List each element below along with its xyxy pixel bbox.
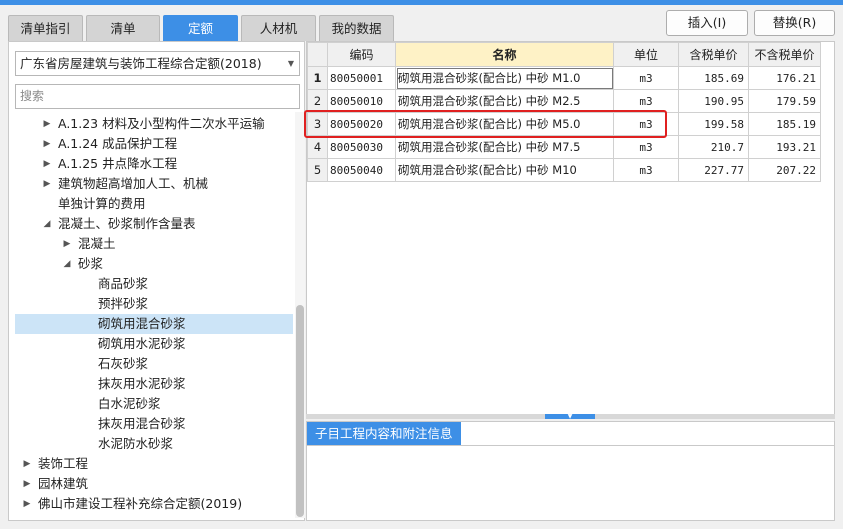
notax-price-cell[interactable]: 207.22 bbox=[748, 158, 821, 182]
detail-content bbox=[307, 445, 834, 520]
collapse-arrow-icon[interactable]: ◢ bbox=[42, 214, 52, 234]
insert-button[interactable]: 插入(I) bbox=[666, 10, 748, 36]
library-select[interactable]: 广东省房屋建筑与装饰工程综合定额(2018) ▼ bbox=[15, 51, 300, 76]
quota-table-panel: 编码 名称 单位 含税单价 不含税单价 1 80050001 砌筑用混合砂浆(配… bbox=[306, 41, 835, 415]
detail-panel: 子目工程内容和附注信息 bbox=[306, 421, 835, 521]
row-number-header bbox=[307, 42, 328, 67]
tree-node[interactable]: ◢ 砂浆 bbox=[15, 254, 293, 274]
quota-tree: ▶ A.1.23 材料及小型构件二次水平运输 ▶ A.1.24 成品保护工程 ▶… bbox=[9, 112, 294, 516]
tree-node[interactable]: ▶ 园林建筑 bbox=[15, 474, 293, 494]
notax-price-cell[interactable]: 179.59 bbox=[748, 89, 821, 113]
quota-library-panel: 广东省房屋建筑与装饰工程综合定额(2018) ▼ 搜索 ▶ A.1.23 材料及… bbox=[8, 41, 305, 521]
scrollbar-thumb[interactable] bbox=[296, 305, 304, 517]
notax-price-column-header[interactable]: 不含税单价 bbox=[748, 42, 821, 67]
code-cell[interactable]: 80050040 bbox=[327, 158, 396, 182]
expand-arrow-icon[interactable]: ▶ bbox=[42, 174, 52, 194]
table-header-row: 编码 名称 单位 含税单价 不含税单价 bbox=[307, 42, 821, 67]
tree-node[interactable]: ▶ 装饰工程 bbox=[15, 454, 293, 474]
tax-price-cell[interactable]: 185.69 bbox=[678, 66, 749, 90]
tax-price-column-header[interactable]: 含税单价 bbox=[678, 42, 749, 67]
quota-table: 编码 名称 单位 含税单价 不含税单价 1 80050001 砌筑用混合砂浆(配… bbox=[307, 42, 821, 182]
tree-node[interactable]: ▶ A.1.24 成品保护工程 bbox=[15, 134, 293, 154]
tax-price-cell[interactable]: 210.7 bbox=[678, 135, 749, 159]
expand-arrow-icon[interactable]: ▶ bbox=[22, 474, 32, 494]
tree-node[interactable]: ▶ 佛山市建设工程补充综合定额(2019) bbox=[15, 494, 293, 514]
panel-splitter[interactable]: ▼ bbox=[306, 414, 835, 420]
expand-arrow-icon[interactable]: ▶ bbox=[42, 154, 52, 174]
name-cell[interactable]: 砌筑用混合砂浆(配合比) 中砂 M2.5 bbox=[395, 89, 614, 113]
tax-price-cell[interactable]: 190.95 bbox=[678, 89, 749, 113]
unit-cell[interactable]: m3 bbox=[613, 66, 679, 90]
tab-work-content-notes[interactable]: 子目工程内容和附注信息 bbox=[307, 422, 461, 445]
expand-arrow-icon[interactable]: ▶ bbox=[42, 114, 52, 134]
unit-cell[interactable]: m3 bbox=[613, 89, 679, 113]
tree-node[interactable]: 单独计算的费用 bbox=[15, 194, 293, 214]
tree-scrollbar[interactable] bbox=[295, 112, 305, 518]
tab-bar: 清单指引 清单 定额 人材机 我的数据 bbox=[8, 15, 394, 41]
name-column-header[interactable]: 名称 bbox=[395, 42, 614, 67]
expand-arrow-icon[interactable]: ▶ bbox=[42, 134, 52, 154]
unit-cell[interactable]: m3 bbox=[613, 135, 679, 159]
tree-node[interactable]: ▶ A.1.25 井点降水工程 bbox=[15, 154, 293, 174]
collapse-arrow-icon[interactable]: ◢ bbox=[62, 254, 72, 274]
row-number: 5 bbox=[307, 158, 328, 182]
table-row[interactable]: 1 80050001 砌筑用混合砂浆(配合比) 中砂 M1.0 m3 185.6… bbox=[307, 66, 821, 90]
code-column-header[interactable]: 编码 bbox=[327, 42, 396, 67]
table-row[interactable]: 3 80050020 砌筑用混合砂浆(配合比) 中砂 M5.0 m3 199.5… bbox=[307, 112, 821, 136]
row-number: 3 bbox=[307, 112, 328, 136]
name-cell[interactable]: 砌筑用混合砂浆(配合比) 中砂 M10 bbox=[395, 158, 614, 182]
name-cell[interactable]: 砌筑用混合砂浆(配合比) 中砂 M7.5 bbox=[395, 135, 614, 159]
row-number: 2 bbox=[307, 89, 328, 113]
top-accent-bar bbox=[0, 0, 843, 5]
tree-node[interactable]: ▶ 建筑物超高增加人工、机械 bbox=[15, 174, 293, 194]
tree-node[interactable]: 预拌砂浆 bbox=[15, 294, 293, 314]
tab-my-data[interactable]: 我的数据 bbox=[319, 15, 394, 41]
table-row[interactable]: 5 80050040 砌筑用混合砂浆(配合比) 中砂 M10 m3 227.77… bbox=[307, 158, 821, 182]
row-number: 4 bbox=[307, 135, 328, 159]
tree-node[interactable]: 白水泥砂浆 bbox=[15, 394, 293, 414]
table-row[interactable]: 4 80050030 砌筑用混合砂浆(配合比) 中砂 M7.5 m3 210.7… bbox=[307, 135, 821, 159]
tab-labor-material-machine[interactable]: 人材机 bbox=[241, 15, 316, 41]
library-select-value: 广东省房屋建筑与装饰工程综合定额(2018) bbox=[20, 56, 262, 71]
notax-price-cell[interactable]: 176.21 bbox=[748, 66, 821, 90]
tree-node[interactable]: 砌筑用水泥砂浆 bbox=[15, 334, 293, 354]
notax-price-cell[interactable]: 185.19 bbox=[748, 112, 821, 136]
replace-button[interactable]: 替换(R) bbox=[754, 10, 835, 36]
table-row[interactable]: 2 80050010 砌筑用混合砂浆(配合比) 中砂 M2.5 m3 190.9… bbox=[307, 89, 821, 113]
code-cell[interactable]: 80050020 bbox=[327, 112, 396, 136]
expand-arrow-icon[interactable]: ▶ bbox=[22, 454, 32, 474]
notax-price-cell[interactable]: 193.21 bbox=[748, 135, 821, 159]
unit-column-header[interactable]: 单位 bbox=[613, 42, 679, 67]
expand-arrow-icon[interactable]: ▶ bbox=[22, 494, 32, 514]
tax-price-cell[interactable]: 227.77 bbox=[678, 158, 749, 182]
code-cell[interactable]: 80050010 bbox=[327, 89, 396, 113]
tree-node[interactable]: 石灰砂浆 bbox=[15, 354, 293, 374]
tree-node[interactable]: ◢ 混凝土、砂浆制作含量表 bbox=[15, 214, 293, 234]
tree-node[interactable]: 抹灰用混合砂浆 bbox=[15, 414, 293, 434]
tree-node[interactable]: 抹灰用水泥砂浆 bbox=[15, 374, 293, 394]
tax-price-cell[interactable]: 199.58 bbox=[678, 112, 749, 136]
unit-cell[interactable]: m3 bbox=[613, 158, 679, 182]
unit-cell[interactable]: m3 bbox=[613, 112, 679, 136]
chevron-down-icon[interactable]: ▼ bbox=[288, 52, 294, 75]
code-cell[interactable]: 80050001 bbox=[327, 66, 396, 90]
splitter-grip-icon[interactable]: ▼ bbox=[545, 414, 595, 420]
name-cell[interactable]: 砌筑用混合砂浆(配合比) 中砂 M1.0 bbox=[395, 66, 614, 90]
tab-list[interactable]: 清单 bbox=[86, 15, 160, 41]
search-input[interactable]: 搜索 bbox=[15, 84, 300, 109]
expand-arrow-icon[interactable]: ▶ bbox=[62, 234, 72, 254]
row-number: 1 bbox=[307, 66, 328, 90]
tree-node-selected[interactable]: 砌筑用混合砂浆 bbox=[15, 314, 293, 334]
tree-node[interactable]: ▶ 混凝土 bbox=[15, 234, 293, 254]
tab-list-guide[interactable]: 清单指引 bbox=[8, 15, 83, 41]
tab-quota[interactable]: 定额 bbox=[163, 15, 238, 41]
tree-node[interactable]: 水泥防水砂浆 bbox=[15, 434, 293, 454]
code-cell[interactable]: 80050030 bbox=[327, 135, 396, 159]
name-cell[interactable]: 砌筑用混合砂浆(配合比) 中砂 M5.0 bbox=[395, 112, 614, 136]
tree-node[interactable]: 商品砂浆 bbox=[15, 274, 293, 294]
tree-node[interactable]: ▶ A.1.23 材料及小型构件二次水平运输 bbox=[15, 114, 293, 134]
